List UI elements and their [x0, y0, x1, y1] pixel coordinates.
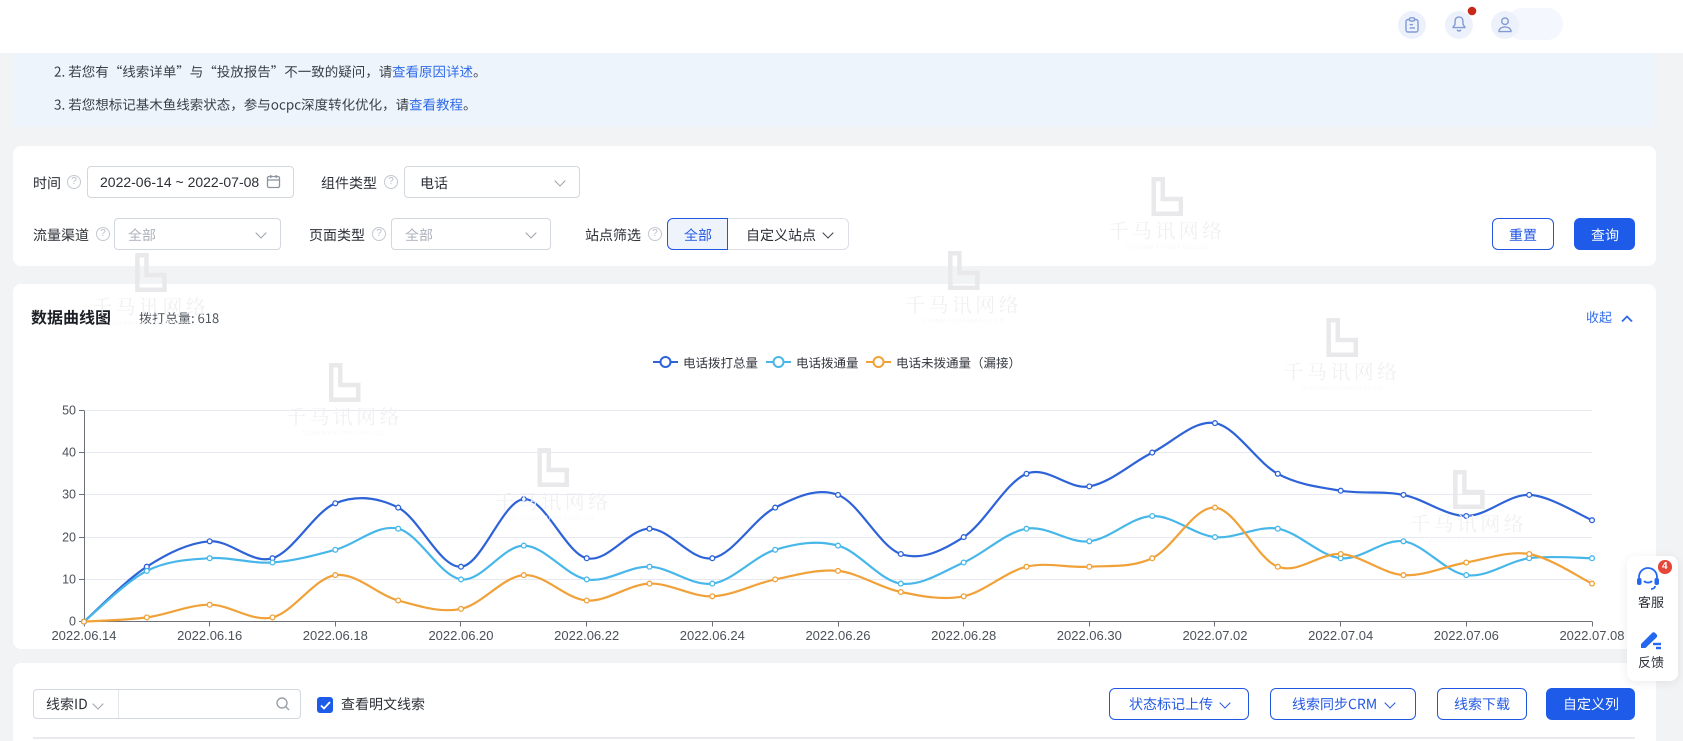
svg-text:2022.06.28: 2022.06.28: [931, 628, 996, 643]
svg-text:2022.07.08: 2022.07.08: [1559, 628, 1624, 643]
svg-text:0: 0: [69, 615, 76, 629]
svg-text:40: 40: [62, 446, 76, 460]
svg-text:2022.06.16: 2022.06.16: [177, 628, 242, 643]
svg-text:2022.06.18: 2022.06.18: [303, 628, 368, 643]
svg-text:30: 30: [62, 488, 76, 502]
svg-text:2022.07.02: 2022.07.02: [1182, 628, 1247, 643]
svg-text:2022.06.30: 2022.06.30: [1057, 628, 1122, 643]
svg-text:2022.06.24: 2022.06.24: [680, 628, 745, 643]
svg-text:2022.06.20: 2022.06.20: [428, 628, 493, 643]
svg-text:2022.06.26: 2022.06.26: [805, 628, 870, 643]
svg-text:2022.06.22: 2022.06.22: [554, 628, 619, 643]
svg-text:2022.06.14: 2022.06.14: [51, 628, 116, 643]
svg-text:2022.07.06: 2022.07.06: [1434, 628, 1499, 643]
svg-text:20: 20: [62, 531, 76, 545]
svg-text:2022.07.04: 2022.07.04: [1308, 628, 1373, 643]
svg-text:50: 50: [62, 404, 76, 418]
svg-text:10: 10: [62, 573, 76, 587]
